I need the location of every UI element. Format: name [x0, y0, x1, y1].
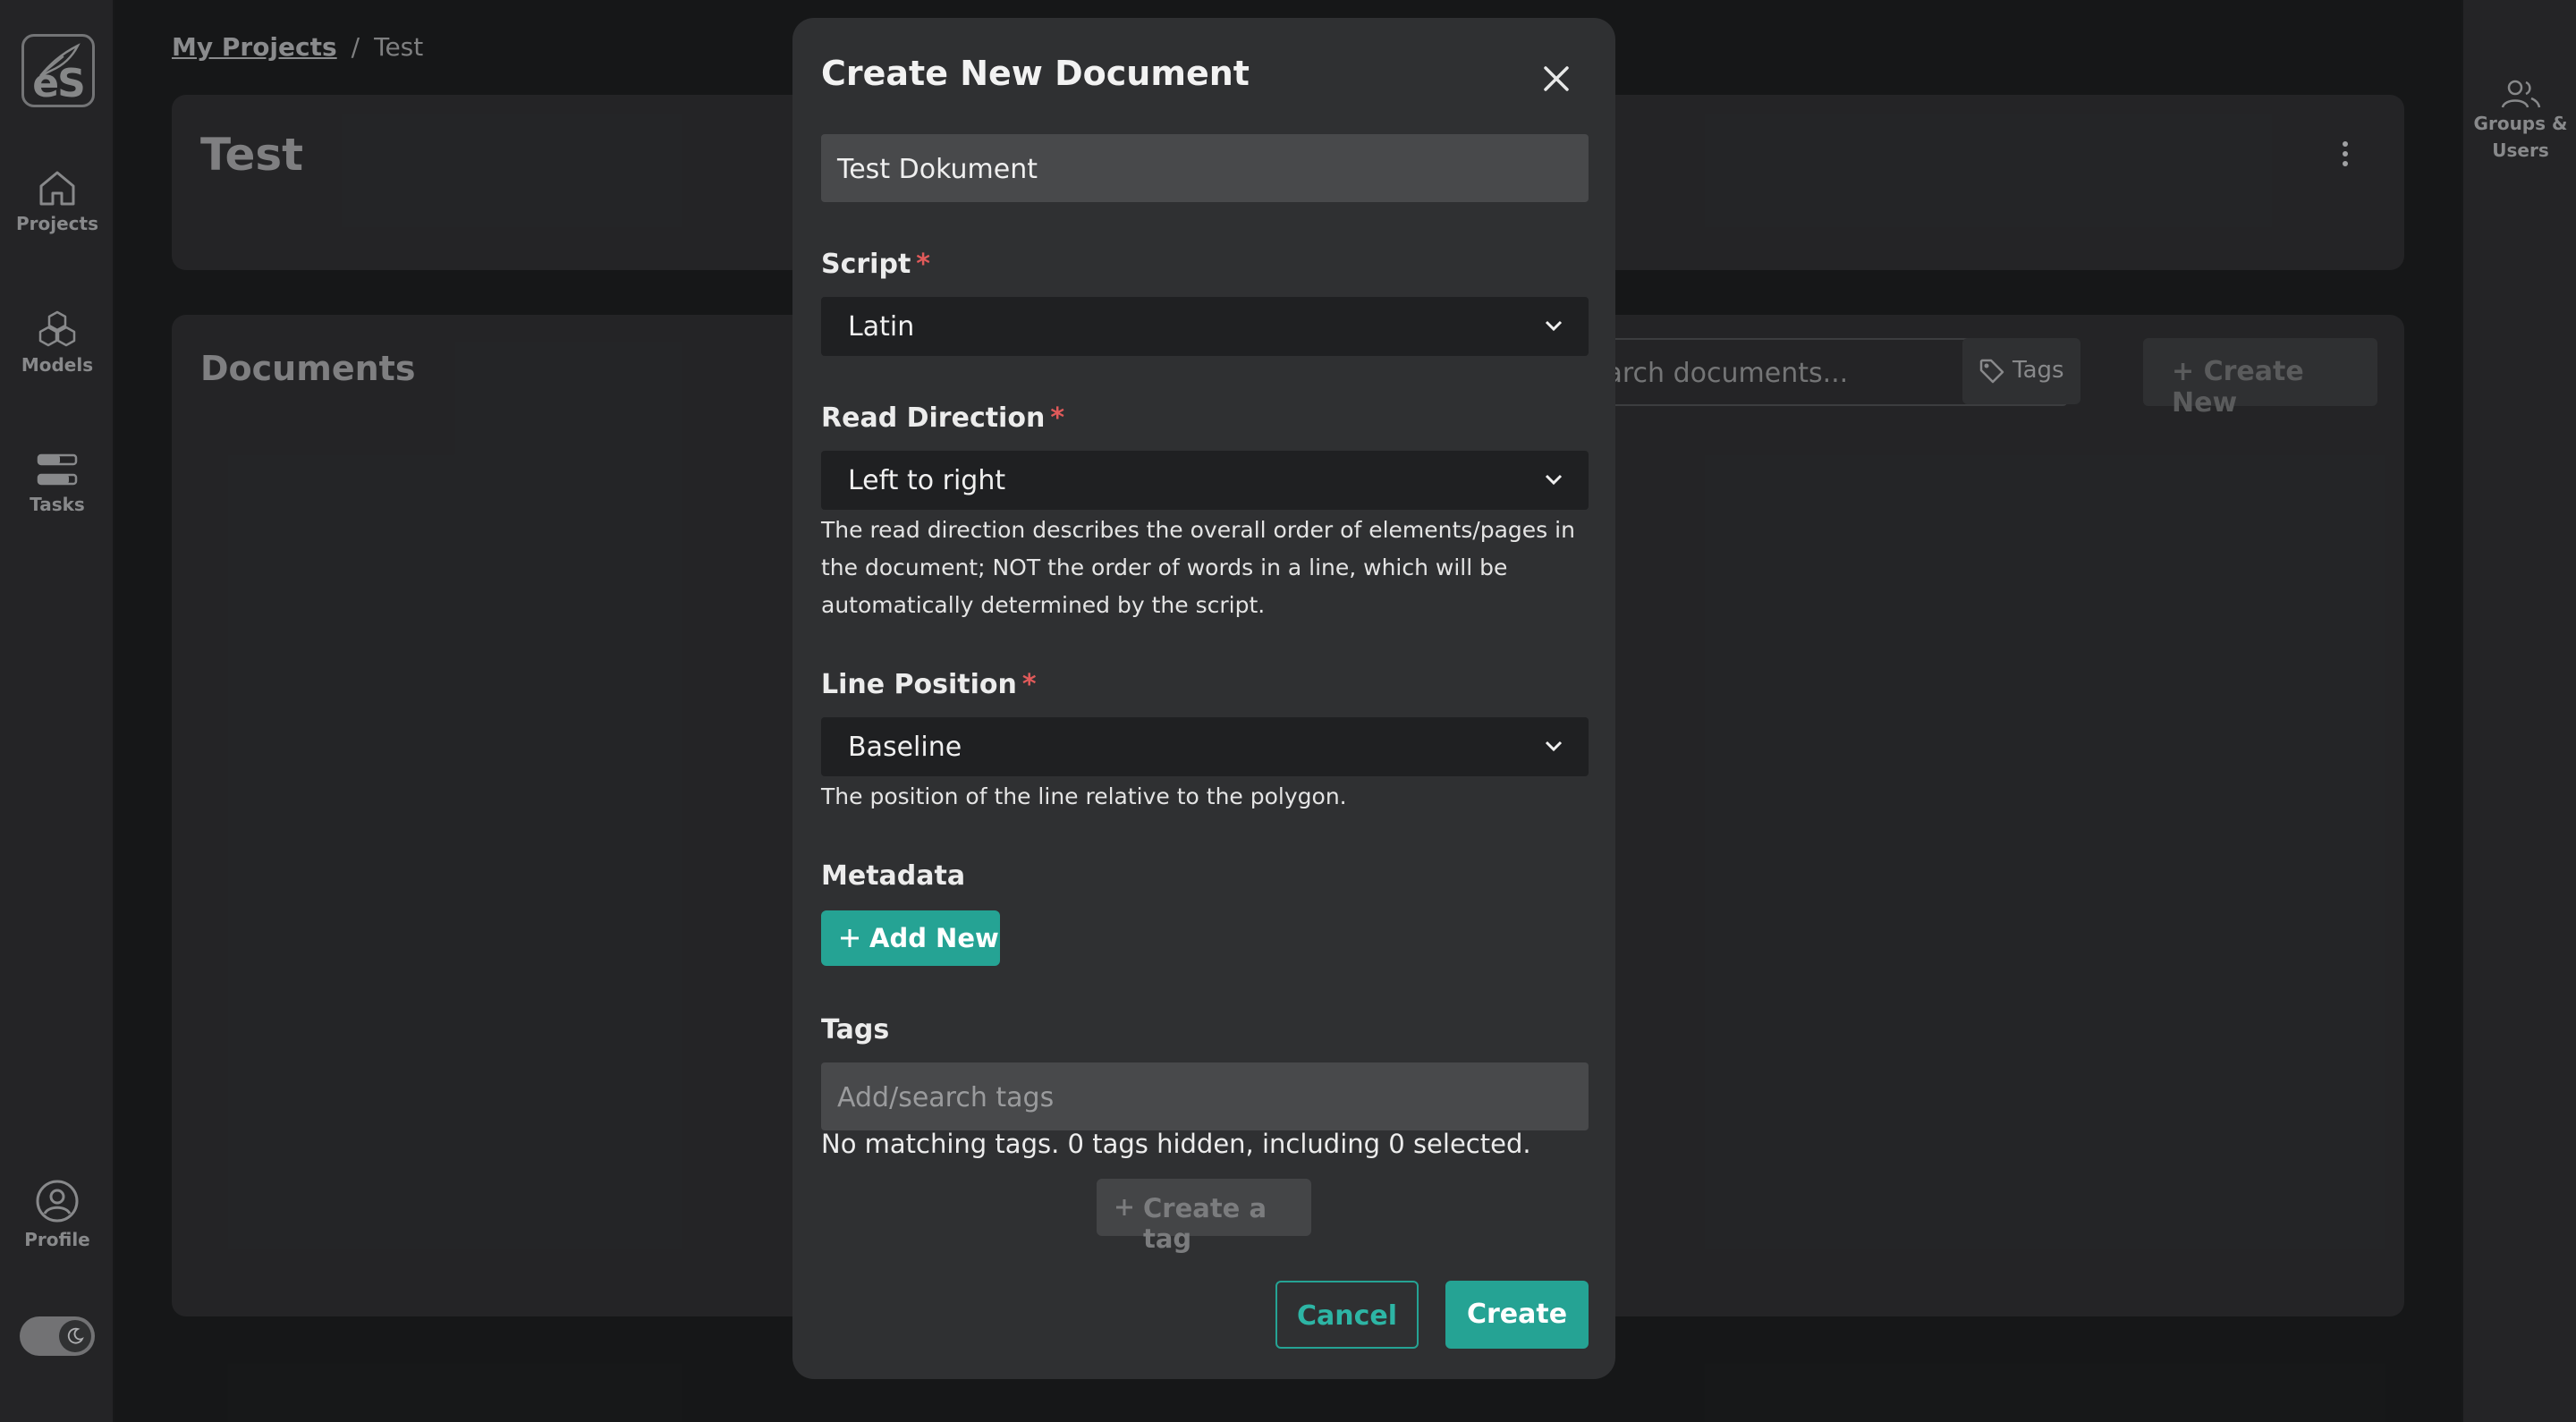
add-new-label: Add New	[869, 923, 999, 953]
required-marker: *	[1021, 669, 1037, 700]
plus-icon	[1116, 1199, 1132, 1215]
chevron-down-icon	[1545, 474, 1563, 486]
document-name-value: Test Dokument	[837, 154, 1038, 185]
chevron-down-icon	[1545, 320, 1563, 332]
required-marker: *	[916, 249, 930, 280]
chevron-down-icon	[1545, 741, 1563, 752]
script-label-text: Script	[821, 249, 911, 280]
create-tag-button[interactable]: Create a tag	[1097, 1179, 1311, 1254]
create-button[interactable]: Create	[1445, 1281, 1589, 1349]
metadata-label: Metadata	[821, 860, 966, 892]
read-direction-select-value: Left to right	[848, 465, 1006, 496]
document-name-input[interactable]: Test Dokument	[821, 134, 1589, 202]
line-position-select[interactable]: Baseline	[821, 717, 1589, 776]
script-select-value: Latin	[848, 311, 915, 343]
add-metadata-button[interactable]: Add New	[821, 910, 1000, 966]
cancel-button[interactable]: Cancel	[1275, 1281, 1419, 1349]
line-position-help: The position of the line relative to the…	[821, 783, 1347, 809]
line-position-label-text: Line Position	[821, 669, 1017, 700]
line-position-select-value: Baseline	[848, 732, 962, 763]
read-direction-label: Read Direction *	[821, 402, 1064, 434]
tags-search-placeholder: Add/search tags	[837, 1082, 1055, 1113]
no-matching-tags-text: No matching tags. 0 tags hidden, includi…	[821, 1129, 1531, 1159]
close-icon[interactable]	[1538, 61, 1574, 97]
script-select[interactable]: Latin	[821, 297, 1589, 356]
tags-label: Tags	[821, 1014, 890, 1045]
line-position-label: Line Position *	[821, 669, 1037, 700]
script-label: Script *	[821, 249, 930, 280]
modal-title: Create New Document	[821, 54, 1250, 93]
tags-search-input[interactable]: Add/search tags	[821, 1062, 1589, 1130]
create-tag-label: Create a tag	[1143, 1193, 1267, 1254]
read-direction-select[interactable]: Left to right	[821, 451, 1589, 510]
required-marker: *	[1050, 402, 1065, 434]
create-document-modal: Create New Document Test Dokument Script…	[792, 18, 1615, 1379]
read-direction-help: The read direction describes the overall…	[821, 517, 1575, 618]
plus-icon	[841, 929, 859, 947]
read-direction-label-text: Read Direction	[821, 402, 1046, 434]
